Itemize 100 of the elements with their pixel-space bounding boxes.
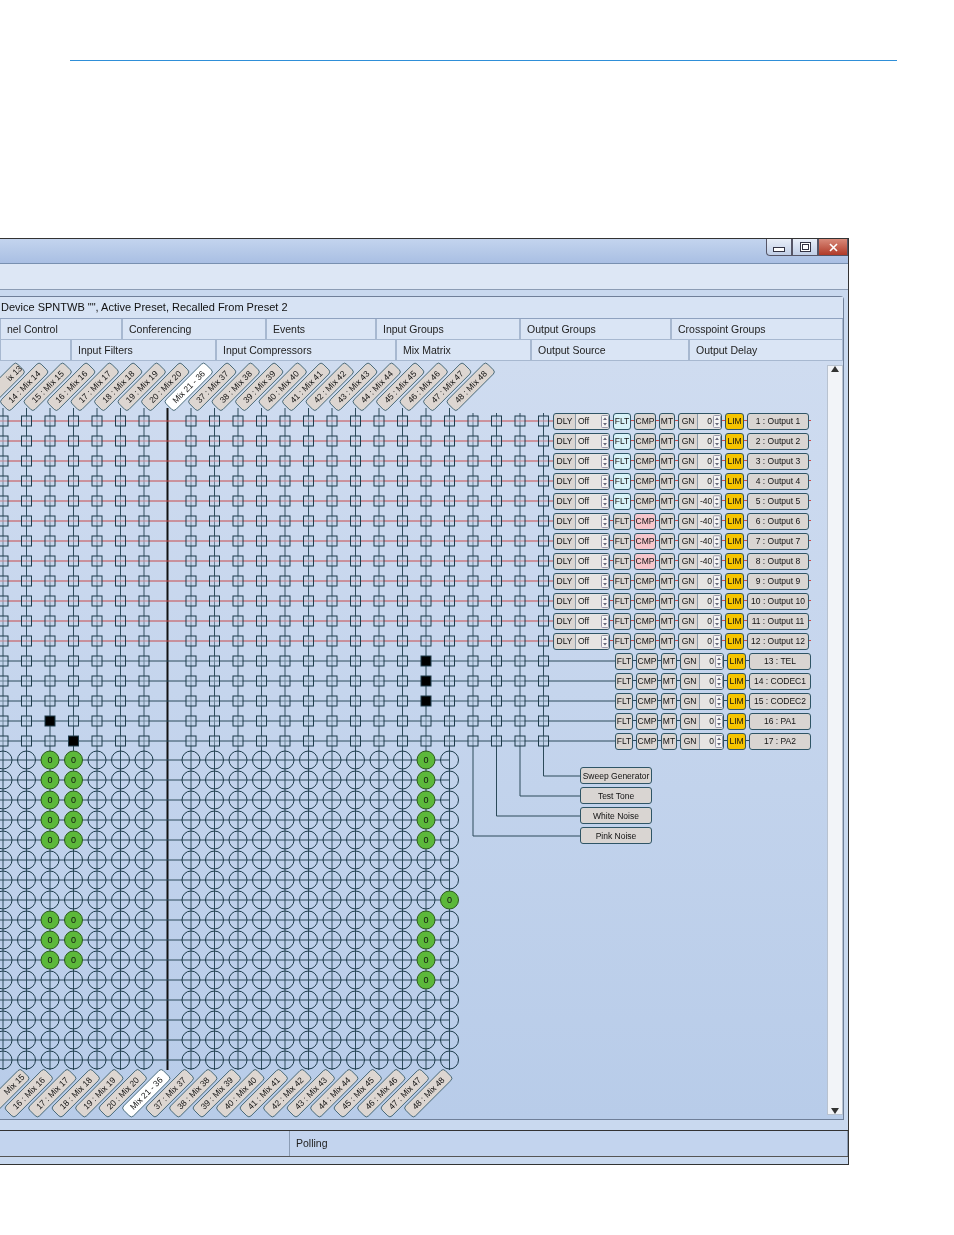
compressor-button[interactable]: CMP [634,432,656,450]
tab[interactable]: Events [266,319,376,340]
limiter-button[interactable]: LIM [725,552,744,570]
gain-control[interactable]: GN -40 [678,532,722,550]
output-name-button[interactable]: 5 : Output 5 [747,492,809,510]
crosspoint-gain[interactable]: 0 [416,830,436,850]
mute-button[interactable]: MT [659,452,675,470]
delay-control[interactable]: DLY Off [553,432,610,450]
gain-control[interactable]: GN 0 [680,712,724,730]
output-name-button[interactable]: 13 : TEL [749,652,811,670]
gain-field[interactable]: 0 [699,693,723,709]
compressor-button[interactable]: CMP [636,732,658,750]
filter-button[interactable]: FLT [613,632,631,650]
crosspoint-gain[interactable]: 0 [64,930,83,950]
mute-button[interactable]: MT [659,512,675,530]
limiter-button[interactable]: LIM [727,712,746,730]
output-name-button[interactable]: 4 : Output 4 [747,472,809,490]
compressor-button[interactable]: CMP [634,632,656,650]
crosspoint-gain[interactable]: 0 [64,770,83,790]
gain-control[interactable]: GN -40 [678,492,722,510]
source-button[interactable]: Test Tone [580,787,652,804]
filter-button[interactable]: FLT [613,492,631,510]
mute-button[interactable]: MT [661,672,677,690]
mute-button[interactable]: MT [661,692,677,710]
compressor-button[interactable]: CMP [634,572,656,590]
delay-control[interactable]: DLY Off [553,572,610,590]
mute-button[interactable]: MT [659,592,675,610]
delay-field[interactable]: Off [575,493,609,509]
output-name-button[interactable]: 3 : Output 3 [747,452,809,470]
gain-field[interactable]: -40 [697,533,721,549]
delay-control[interactable]: DLY Off [553,452,610,470]
filter-button[interactable]: FLT [613,572,631,590]
delay-field[interactable]: Off [575,573,609,589]
mute-button[interactable]: MT [659,552,675,570]
tab[interactable]: Output Groups [520,319,671,340]
mute-button[interactable]: MT [659,492,675,510]
gain-control[interactable]: GN 0 [680,652,724,670]
crosspoint-gain[interactable]: 0 [416,970,436,990]
output-name-button[interactable]: 2 : Output 2 [747,432,809,450]
limiter-button[interactable]: LIM [727,672,746,690]
delay-control[interactable]: DLY Off [553,632,610,650]
gain-control[interactable]: GN 0 [678,572,722,590]
crosspoint-gain[interactable]: 0 [64,810,83,830]
mute-button[interactable]: MT [659,472,675,490]
crosspoint-gain[interactable]: 0 [40,810,60,830]
tab[interactable]: Output Source [531,340,689,361]
gain-field[interactable]: 0 [697,473,721,489]
gain-field[interactable]: 0 [699,653,723,669]
mute-button[interactable]: MT [659,612,675,630]
output-name-button[interactable]: 15 : CODEC2 [749,692,811,710]
crosspoint-gain[interactable]: 0 [40,830,60,850]
mute-button[interactable]: MT [659,412,675,430]
delay-control[interactable]: DLY Off [553,612,610,630]
filter-button[interactable]: FLT [613,512,631,530]
filter-button[interactable]: FLT [613,592,631,610]
crosspoint-gain[interactable]: 0 [416,790,436,810]
filter-button[interactable]: FLT [615,652,633,670]
filter-button[interactable]: FLT [615,732,633,750]
compressor-button[interactable]: CMP [634,552,656,570]
output-name-button[interactable]: 9 : Output 9 [747,572,809,590]
crosspoint-gain[interactable]: 0 [40,790,60,810]
compressor-button[interactable]: CMP [636,672,658,690]
limiter-button[interactable]: LIM [725,632,744,650]
crosspoint-gain[interactable]: 0 [40,950,60,970]
gain-control[interactable]: GN -40 [678,512,722,530]
mute-button[interactable]: MT [659,572,675,590]
limiter-button[interactable]: LIM [725,412,744,430]
crosspoint-gain[interactable]: 0 [416,930,436,950]
delay-field[interactable]: Off [575,413,609,429]
filter-button[interactable]: FLT [613,472,631,490]
gain-control[interactable]: GN 0 [678,412,722,430]
mute-button[interactable]: MT [661,732,677,750]
tab[interactable]: Conferencing [122,319,266,340]
gain-field[interactable]: 0 [697,413,721,429]
mute-button[interactable]: MT [659,432,675,450]
delay-field[interactable]: Off [575,473,609,489]
limiter-button[interactable]: LIM [725,452,744,470]
compressor-button[interactable]: CMP [634,532,656,550]
gain-field[interactable]: -40 [697,513,721,529]
delay-control[interactable]: DLY Off [553,492,610,510]
output-name-button[interactable]: 17 : PA2 [749,732,811,750]
gain-control[interactable]: GN 0 [678,592,722,610]
gain-field[interactable]: 0 [699,733,723,749]
crosspoint-gain[interactable]: 0 [416,910,436,930]
crosspoint-gain[interactable]: 0 [416,770,436,790]
compressor-button[interactable]: CMP [634,472,656,490]
delay-field[interactable]: Off [575,453,609,469]
mute-button[interactable]: MT [659,532,675,550]
compressor-button[interactable]: CMP [634,412,656,430]
compressor-button[interactable]: CMP [636,692,658,710]
crosspoint-gain[interactable]: 0 [40,750,60,770]
delay-field[interactable]: Off [575,553,609,569]
limiter-button[interactable]: LIM [725,472,744,490]
gain-field[interactable]: 0 [697,433,721,449]
output-name-button[interactable]: 8 : Output 8 [747,552,809,570]
tab[interactable]: Input Groups [376,319,520,340]
output-name-button[interactable]: 14 : CODEC1 [749,672,811,690]
gain-field[interactable]: 0 [697,453,721,469]
crosspoint-gain[interactable]: 0 [40,930,60,950]
source-button[interactable]: White Noise [580,807,652,824]
